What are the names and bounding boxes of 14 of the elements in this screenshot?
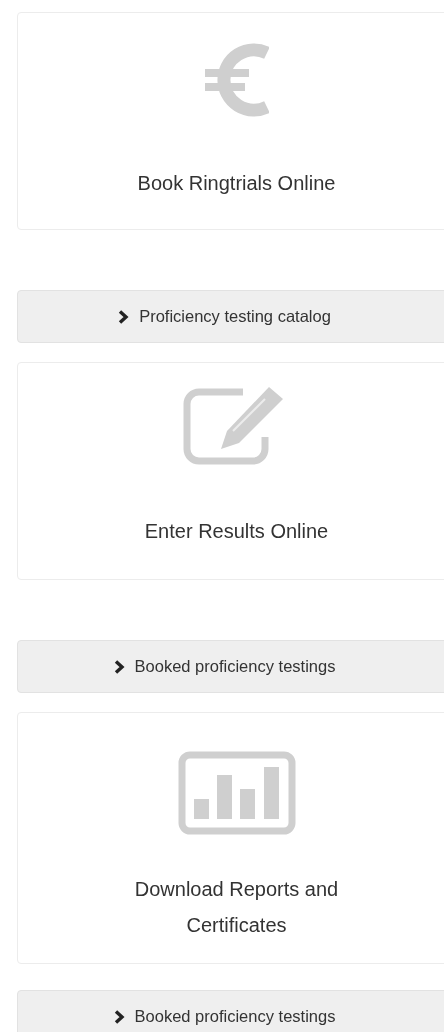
- chevron-right-icon: [113, 659, 125, 674]
- link-button[interactable]: Booked proficiency testings: [17, 990, 444, 1032]
- link-button[interactable]: Booked proficiency testings: [17, 640, 444, 693]
- tile-card[interactable]: Download Reports and Certificates: [17, 712, 444, 964]
- tile-card[interactable]: Enter Results Online: [17, 362, 444, 580]
- tile-card[interactable]: Book Ringtrials Online: [17, 12, 444, 230]
- euro-icon: [204, 41, 269, 119]
- chevron-right-icon: [113, 1009, 125, 1024]
- bar-chart-icon: [177, 751, 296, 835]
- tile-title: Book Ringtrials Online: [136, 171, 337, 196]
- link-button[interactable]: Proficiency testing catalog: [17, 290, 444, 343]
- chevron-right-icon: [118, 309, 130, 324]
- tile-title: Download Reports and Certificates: [133, 877, 340, 938]
- tile-title: Enter Results Online: [143, 519, 330, 544]
